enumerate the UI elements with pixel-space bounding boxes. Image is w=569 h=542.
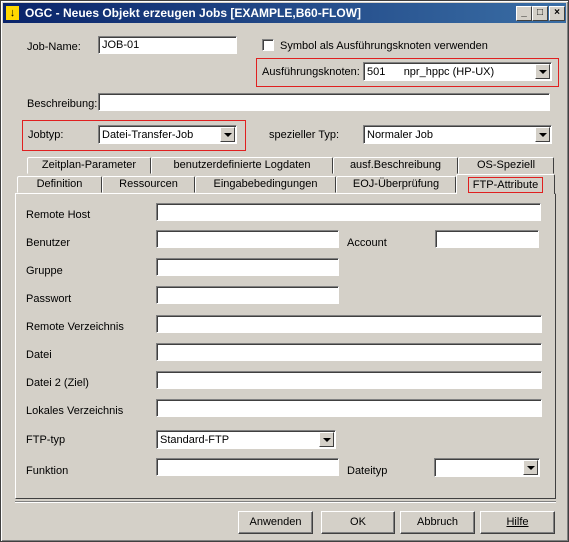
function-field[interactable] (156, 458, 339, 476)
window-title: OGC - Neues Objekt erzeugen Jobs [EXAMPL… (25, 6, 362, 20)
special-type-select[interactable]: Normaler Job (363, 125, 552, 144)
password-field[interactable] (156, 286, 339, 304)
description-field[interactable] (98, 93, 550, 111)
function-label: Funktion (26, 465, 69, 477)
dialog-window: ↓ OGC - Neues Objekt erzeugen Jobs [EXAM… (0, 0, 569, 542)
tab-ressourcen[interactable]: Ressourcen (102, 176, 195, 193)
user-field[interactable] (156, 230, 339, 248)
footer-separator (15, 501, 556, 503)
tab-ausf-beschreibung[interactable]: ausf.Beschreibung (333, 157, 458, 174)
chevron-down-icon[interactable] (535, 64, 550, 79)
maximize-button[interactable]: □ (532, 6, 548, 21)
job-type-value: Datei-Transfer-Job (102, 129, 194, 141)
user-label: Benutzer (26, 237, 71, 249)
local-dir-label: Lokales Verzeichnis (26, 405, 124, 417)
job-type-select[interactable]: Datei-Transfer-Job (98, 125, 237, 144)
exec-node-value: 501 npr_hppc (HP-UX) (367, 66, 495, 78)
group-label: Gruppe (26, 265, 63, 277)
file-field[interactable] (156, 343, 542, 361)
tab-benutzerdefinierte-logdaten[interactable]: benutzerdefinierte Logdaten (151, 157, 333, 174)
tab-ftp-attribute[interactable]: FTP-Attribute (456, 174, 555, 194)
ftp-type-select[interactable]: Standard-FTP (156, 430, 336, 449)
password-label: Passwort (26, 293, 72, 305)
ftp-type-label: FTP-typ (26, 434, 66, 446)
file-label: Datei (26, 349, 52, 361)
file-type-label: Dateityp (347, 465, 388, 477)
job-name-label: Job-Name: (27, 41, 81, 53)
remote-dir-field[interactable] (156, 315, 542, 333)
tab-zeitplan-parameter[interactable]: Zeitplan-Parameter (27, 157, 151, 174)
file2-field[interactable] (156, 371, 542, 389)
file-type-select[interactable] (434, 458, 540, 477)
chevron-down-icon[interactable] (535, 127, 550, 142)
chevron-down-icon[interactable] (523, 460, 538, 475)
remote-host-label: Remote Host (26, 209, 91, 221)
symbol-checkbox-label: Symbol als Ausführungsknoten verwenden (280, 40, 488, 52)
description-label: Beschreibung: (27, 98, 98, 110)
exec-node-select[interactable]: 501 npr_hppc (HP-UX) (363, 62, 552, 81)
help-button[interactable]: Hilfe (480, 511, 555, 534)
special-type-value: Normaler Job (367, 129, 434, 141)
tab-ftp-attribute-label: FTP-Attribute (467, 177, 544, 193)
remote-dir-label: Remote Verzeichnis (26, 321, 124, 333)
tab-os-speziell[interactable]: OS-Speziell (458, 157, 554, 174)
app-icon: ↓ (6, 6, 19, 20)
close-button[interactable]: × (549, 6, 565, 21)
chevron-down-icon[interactable] (319, 432, 334, 447)
chevron-down-icon[interactable] (220, 127, 235, 142)
account-label: Account (347, 237, 387, 249)
ftp-type-value: Standard-FTP (160, 434, 230, 446)
exec-node-label: Ausführungsknoten: (262, 66, 360, 78)
local-dir-field[interactable] (156, 399, 542, 417)
remote-host-field[interactable] (156, 203, 541, 221)
symbol-checkbox[interactable] (262, 39, 274, 51)
job-type-label: Jobtyp: (28, 129, 64, 141)
ok-button[interactable]: OK (321, 511, 395, 534)
group-field[interactable] (156, 258, 339, 276)
cancel-button[interactable]: Abbruch (400, 511, 475, 534)
file2-label: Datei 2 (Ziel) (26, 377, 89, 389)
special-type-label: spezieller Typ: (269, 129, 340, 141)
title-bar[interactable]: ↓ OGC - Neues Objekt erzeugen Jobs [EXAM… (3, 3, 566, 23)
account-field[interactable] (435, 230, 539, 248)
tab-definition[interactable]: Definition (17, 176, 102, 193)
job-name-field[interactable]: JOB-01 (98, 36, 237, 54)
apply-button[interactable]: Anwenden (238, 511, 313, 534)
minimize-button[interactable]: _ (516, 6, 532, 21)
tab-eoj-ueberpruefung[interactable]: EOJ-Überprüfung (336, 176, 456, 193)
job-name-value: JOB-01 (102, 39, 140, 51)
tab-eingabebedingungen[interactable]: Eingabebedingungen (195, 176, 336, 193)
